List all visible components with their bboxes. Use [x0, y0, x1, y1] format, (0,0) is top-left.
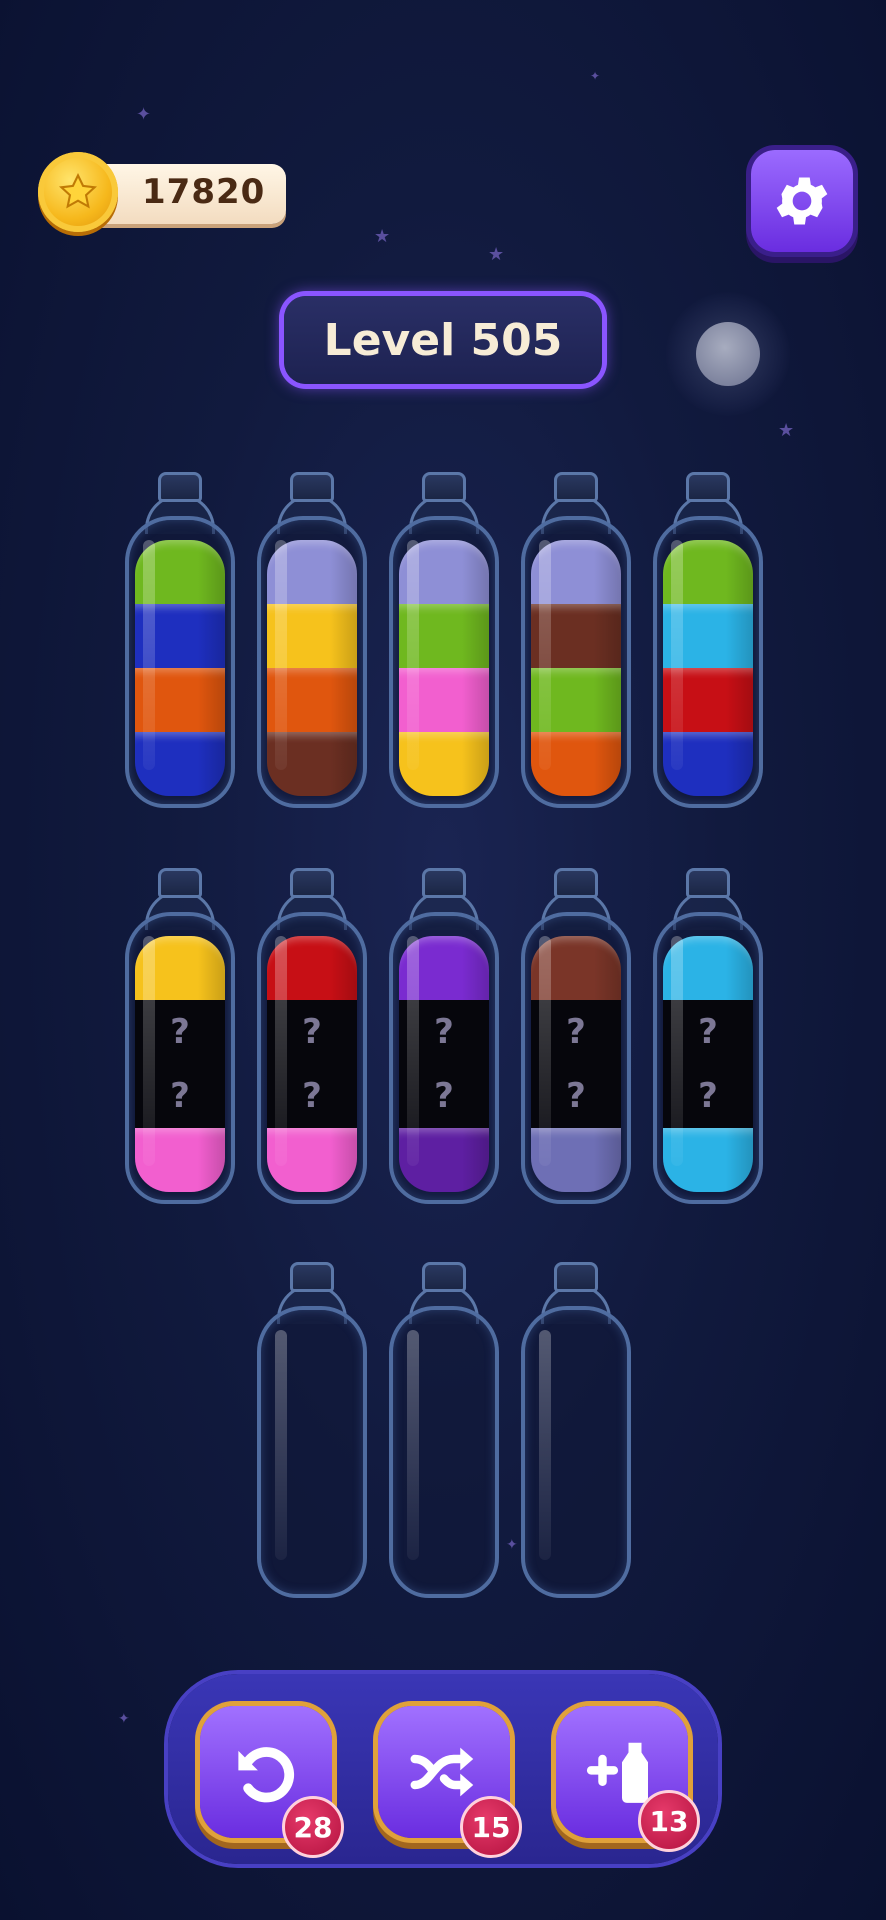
gear-icon [776, 177, 828, 225]
undo-count-badge: 28 [282, 1796, 344, 1858]
bottle-neck [686, 472, 730, 502]
bottle-body: ?? [389, 912, 499, 1204]
bottle-9[interactable]: ?? [521, 868, 631, 1204]
bottle-body [653, 516, 763, 808]
glass-highlight [539, 936, 551, 1166]
question-mark-icon: ? [170, 1012, 190, 1052]
bottle-neck [422, 868, 466, 898]
bottle-body [521, 1306, 631, 1598]
bottle-1[interactable] [125, 472, 235, 808]
coin-value: 17820 [142, 172, 266, 212]
bottle-neck [686, 868, 730, 898]
level-indicator: Level 505 [284, 296, 602, 384]
bottle-12[interactable] [389, 1262, 499, 1598]
bottle-7[interactable]: ?? [257, 868, 367, 1204]
question-mark-icon: ? [698, 1076, 718, 1116]
bottle-11[interactable] [257, 1262, 367, 1598]
question-mark-icon: ? [698, 1012, 718, 1052]
bottle-body [389, 1306, 499, 1598]
bottle-body: ?? [521, 912, 631, 1204]
bottle-neck [422, 1262, 466, 1292]
bottle-6[interactable]: ?? [125, 868, 235, 1204]
background-star: ★ [778, 420, 795, 441]
background-star: ★ [488, 244, 505, 265]
star-coin-icon [38, 152, 118, 232]
question-mark-icon: ? [170, 1076, 190, 1116]
bottle-neck [158, 868, 202, 898]
background-star: ★ [374, 226, 391, 247]
bottle-body [257, 1306, 367, 1598]
glass-highlight [275, 1330, 287, 1560]
bottle-body: ?? [257, 912, 367, 1204]
bottle-8[interactable]: ?? [389, 868, 499, 1204]
background-star: ✦ [136, 104, 152, 125]
question-mark-icon: ? [434, 1012, 454, 1052]
glass-highlight [275, 936, 287, 1166]
background-star: ✦ [590, 69, 601, 83]
bottle-13[interactable] [521, 1262, 631, 1598]
bottle-neck [554, 868, 598, 898]
background-star: ✦ [118, 1711, 130, 1727]
glass-highlight [671, 540, 683, 770]
bottle-3[interactable] [389, 472, 499, 808]
bottle-body [257, 516, 367, 808]
glass-highlight [143, 540, 155, 770]
question-mark-icon: ? [302, 1076, 322, 1116]
glass-highlight [407, 1330, 419, 1560]
bottle-neck [422, 472, 466, 502]
background-star: ✦ [506, 1537, 518, 1553]
bottle-2[interactable] [257, 472, 367, 808]
undo-icon [238, 1747, 295, 1803]
bottle-10[interactable]: ?? [653, 868, 763, 1204]
hint-toggle-button[interactable] [666, 292, 790, 416]
bottle-neck [554, 1262, 598, 1292]
bottle-body: ?? [125, 912, 235, 1204]
bottle-neck [158, 472, 202, 502]
bottle-neck [554, 472, 598, 502]
glass-highlight [671, 936, 683, 1166]
bottle-neck [290, 868, 334, 898]
glass-highlight [407, 540, 419, 770]
add-bottle-count-badge: 13 [638, 1790, 700, 1852]
question-mark-icon: ? [566, 1012, 586, 1052]
glass-highlight [539, 540, 551, 770]
level-title: Level 505 [323, 314, 563, 366]
glass-highlight [407, 936, 419, 1166]
settings-button[interactable] [751, 150, 853, 252]
question-mark-icon: ? [434, 1076, 454, 1116]
shuffle-icon [410, 1747, 474, 1797]
question-mark-icon: ? [302, 1012, 322, 1052]
shuffle-count-badge: 15 [460, 1796, 522, 1858]
question-mark-icon: ? [566, 1076, 586, 1116]
glass-highlight [539, 1330, 551, 1560]
bottle-body: ?? [653, 912, 763, 1204]
bottle-neck [290, 472, 334, 502]
bottle-4[interactable] [521, 472, 631, 808]
bottle-5[interactable] [653, 472, 763, 808]
bottle-neck [290, 1262, 334, 1292]
bottle-body [521, 516, 631, 808]
glass-highlight [143, 936, 155, 1166]
glass-highlight [275, 540, 287, 770]
bottle-body [389, 516, 499, 808]
bottle-body [125, 516, 235, 808]
